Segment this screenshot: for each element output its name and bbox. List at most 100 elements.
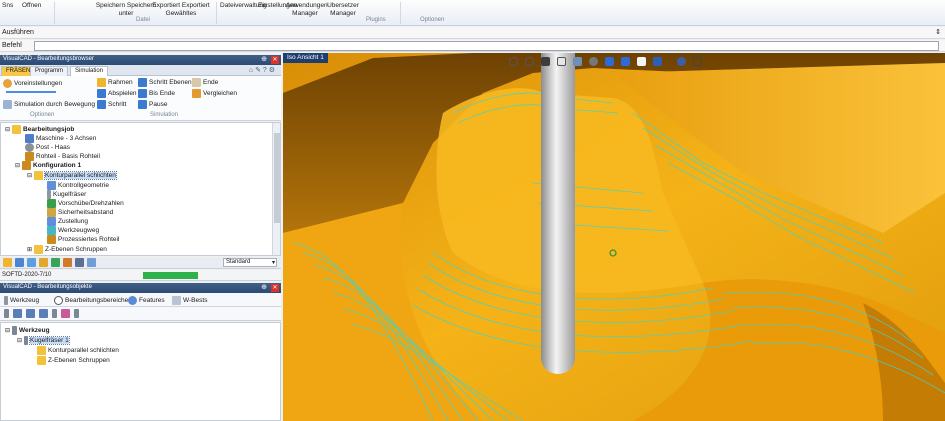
step-planes-button[interactable]: Schritt Ebenen xyxy=(138,78,192,87)
command-input[interactable] xyxy=(34,41,939,51)
settings-icon[interactable] xyxy=(677,57,686,66)
ribbon-button-translator[interactable]: Ubersetzer Manager xyxy=(326,2,360,18)
chevron-updown-icon[interactable]: ⇕ xyxy=(935,28,941,36)
tool-icon[interactable] xyxy=(74,309,79,318)
operation-icon xyxy=(37,346,46,355)
compare-button[interactable]: Vergleichen xyxy=(192,89,237,98)
tab-tool[interactable]: Werkzeug xyxy=(4,296,39,305)
ribbon-button-sns[interactable]: Sns xyxy=(2,2,13,10)
ribbon-button-app-manager[interactable]: Anwendungen Manager xyxy=(286,2,328,18)
status-text: SOFTD-2020-7/10 xyxy=(2,272,52,278)
tree-node-tool-op1[interactable]: Konturparallel schlichten xyxy=(37,346,119,355)
viewport-title-text: Iso Ansicht 1 xyxy=(287,54,324,61)
holder-icon[interactable] xyxy=(26,309,35,318)
operation-icon[interactable] xyxy=(3,258,12,267)
tree-node-toolpath[interactable]: Werkzeugweg xyxy=(47,226,99,235)
pin-icon[interactable]: ⊕ xyxy=(261,55,267,63)
ribbon-button-open[interactable]: Offnen xyxy=(22,2,41,10)
holder-icon[interactable] xyxy=(13,309,22,318)
tree-node-tool-op2[interactable]: Z-Ebenen Schruppen xyxy=(37,356,110,365)
standard-dropdown[interactable]: Standard ▾ xyxy=(223,258,277,267)
edit-icon[interactable] xyxy=(63,258,72,267)
iso-view-viewport[interactable]: Iso Ansicht 1 xyxy=(283,53,945,421)
settings-icon[interactable] xyxy=(87,258,96,267)
machine-icon xyxy=(25,134,34,143)
tool-tree: ⊟ Werkzeug ⊟ Kugelfräser 1 Konturparalle… xyxy=(0,322,281,421)
add-icon[interactable] xyxy=(51,258,60,267)
tree-node-roughing[interactable]: ⊞ Z-Ebenen Schruppen xyxy=(27,245,107,254)
tree-node-config[interactable]: ⊟ Konfiguration 1 xyxy=(15,161,81,170)
machining-panel-title: VisualCAD - Bearbeitungsbrowser ⊕ ✕ xyxy=(0,55,281,65)
tree-node-stepover[interactable]: Zustellung xyxy=(47,217,88,226)
generate-icon[interactable] xyxy=(15,258,24,267)
tree-node-machine[interactable]: Maschine - 3 Achsen xyxy=(25,134,96,143)
tree-node-clearance[interactable]: Sicherheitsabstand xyxy=(47,208,113,217)
machining-tree: ⊟ Bearbeitungsjob Maschine - 3 Achsen Po… xyxy=(0,122,281,256)
tree-node-control-geometry[interactable]: Kontrollgeometrie xyxy=(47,181,109,190)
tab-wbests[interactable]: W-Bests xyxy=(172,296,207,305)
tab-regions[interactable]: Bearbeitungsbereiche xyxy=(54,296,128,305)
help-icon[interactable]: ⌂ ✎ ? ⚙ xyxy=(249,66,275,74)
top-view-icon[interactable] xyxy=(621,57,630,66)
end-button[interactable]: Ende xyxy=(192,78,218,87)
tree-node-stock[interactable]: Rohteil - Basis Rohteil xyxy=(25,152,100,161)
list-icon xyxy=(3,100,12,109)
tree-node-operation[interactable]: ⊟ Konturparallel schlichten xyxy=(27,171,117,180)
tree-node-ballmill[interactable]: ⊟ Kugelfräser 1 xyxy=(17,336,70,345)
viewport-title[interactable]: Iso Ansicht 1 xyxy=(283,53,328,63)
post-process-icon[interactable] xyxy=(39,258,48,267)
to-end-button[interactable]: Bis Ende xyxy=(138,89,175,98)
tree-node-post[interactable]: Post - Haas xyxy=(25,143,70,152)
tree-node-tools[interactable]: ⊟ Werkzeug xyxy=(5,326,50,335)
tool-toolbar-icons xyxy=(4,309,79,318)
ballmill-tip xyxy=(541,342,575,374)
presets-button[interactable]: Voreinstellungen xyxy=(3,79,62,88)
grid-icon[interactable] xyxy=(693,57,702,66)
scrollbar-thumb[interactable] xyxy=(274,133,280,223)
pause-button[interactable]: Pause xyxy=(138,100,167,109)
tree-node-feeds[interactable]: Vorschübe/Drehzahlen xyxy=(47,199,124,208)
tab-program[interactable]: Programm xyxy=(30,66,69,76)
tab-simulation[interactable]: Simulation xyxy=(70,66,109,76)
play-button[interactable]: Abspielen xyxy=(97,89,137,98)
simulate-icon[interactable] xyxy=(27,258,36,267)
holder-icon[interactable] xyxy=(39,309,48,318)
close-icon[interactable]: ✕ xyxy=(271,56,279,64)
pin-icon[interactable]: ⊕ xyxy=(261,283,267,291)
tool-icon[interactable] xyxy=(4,309,9,318)
tree-node-job[interactable]: ⊟ Bearbeitungsjob xyxy=(5,125,74,134)
tree-label: Kontrollgeometrie xyxy=(58,182,109,189)
zoom-in-icon[interactable] xyxy=(509,57,518,66)
frame-button[interactable]: Rahmen xyxy=(97,78,133,87)
tree-node-processed-stock[interactable]: Prozessiertes Rohteil xyxy=(47,235,119,244)
run-bar: Ausführen ⇕ xyxy=(0,27,945,39)
close-icon[interactable]: ✕ xyxy=(271,284,279,292)
pan-icon[interactable] xyxy=(541,57,550,66)
iso-view-icon[interactable] xyxy=(653,57,662,66)
tree-scrollbar[interactable] xyxy=(272,123,280,255)
list-icon[interactable] xyxy=(75,258,84,267)
command-bar: Befehl xyxy=(0,40,945,52)
tool-icon[interactable] xyxy=(52,309,57,318)
tree-node-tool[interactable]: Kugelfräser xyxy=(47,190,86,199)
home-icon[interactable] xyxy=(637,57,646,66)
tab-features[interactable]: Features xyxy=(128,296,165,305)
speed-slider[interactable] xyxy=(6,91,56,93)
folder-icon xyxy=(12,125,22,134)
ribbon-button-export[interactable]: Exportiert Exportiert Gewähltes xyxy=(146,2,216,18)
part-render xyxy=(283,53,945,421)
step-button[interactable]: Schritt xyxy=(97,100,126,109)
fit-icon[interactable] xyxy=(557,57,566,66)
ribbon-group-simulation: Simulation xyxy=(150,112,179,118)
main-ribbon: Sns Offnen Speichern Speichern unter Exp… xyxy=(0,0,945,26)
ballmill-icon xyxy=(24,336,29,345)
view-icon[interactable] xyxy=(573,57,582,66)
features-icon xyxy=(128,296,137,305)
folder-icon xyxy=(34,245,44,254)
library-icon[interactable] xyxy=(61,309,70,318)
zoom-out-icon[interactable] xyxy=(525,57,534,66)
tab-features-label: Features xyxy=(139,297,165,304)
simulate-by-motion-button[interactable]: Simulation durch Bewegung xyxy=(3,100,95,109)
render-mode-icon[interactable] xyxy=(589,57,598,66)
front-view-icon[interactable] xyxy=(605,57,614,66)
